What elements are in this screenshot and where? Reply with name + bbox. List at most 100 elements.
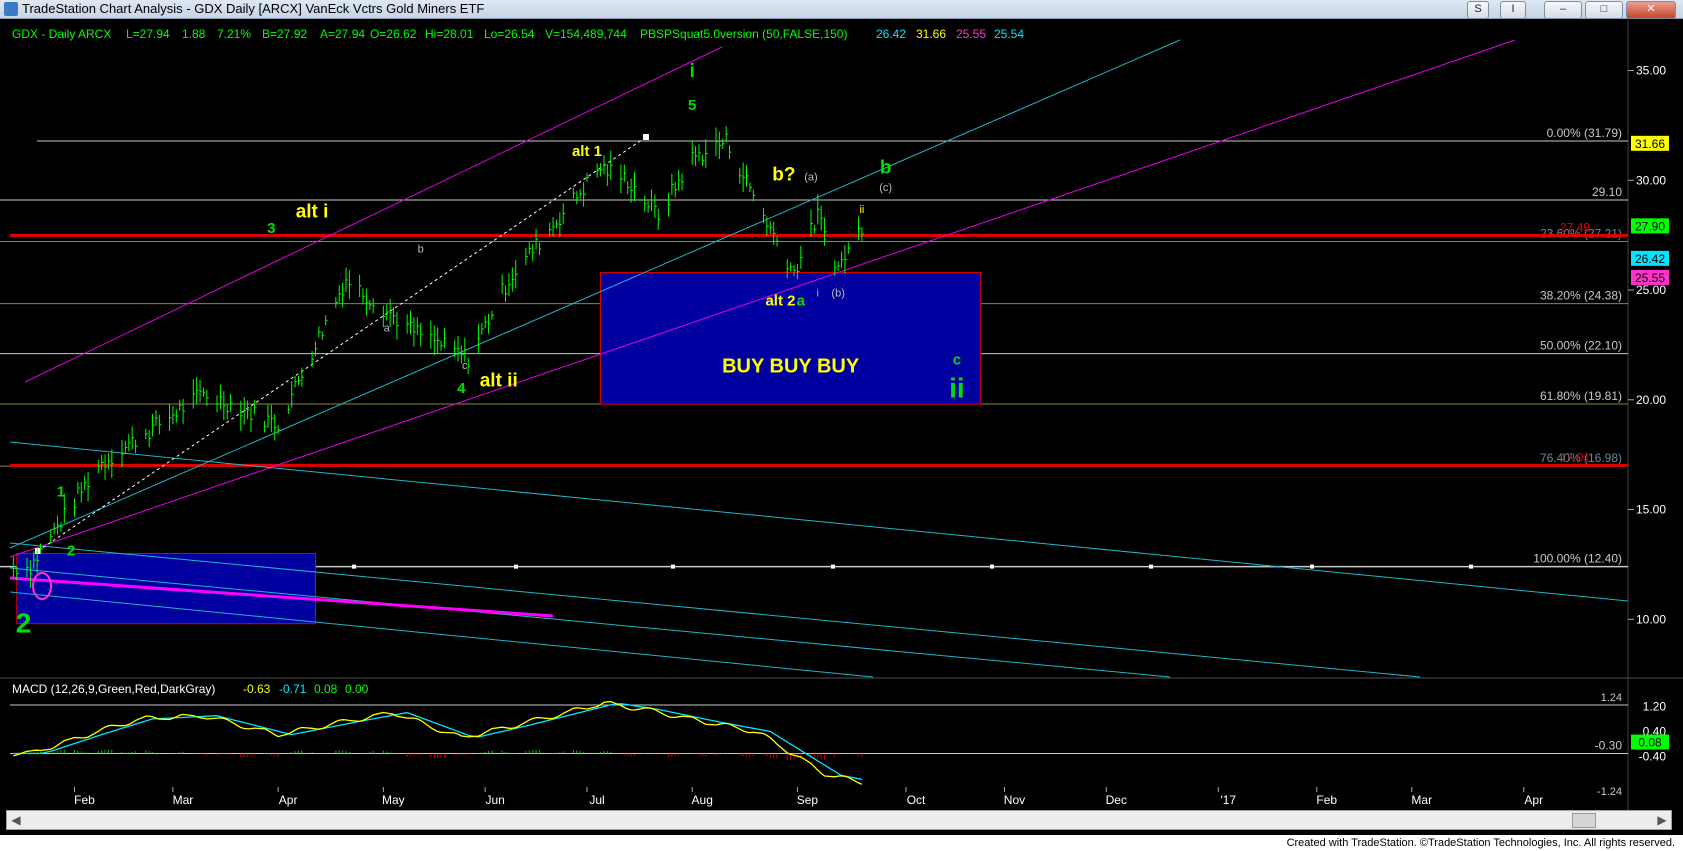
date-axis-label: Nov [1004, 793, 1025, 807]
price-badge-label: 26.42 [1635, 252, 1665, 266]
macd-signal-line [13, 703, 863, 780]
fib-level-label: 0.00% (31.79) [1547, 126, 1622, 140]
scroll-left-icon[interactable]: ◀ [7, 811, 25, 829]
dashed-projection-line [37, 136, 647, 552]
fib-level-label: 50.00% (22.10) [1540, 339, 1622, 353]
macd-layer: -0.400.401.201.24-1.24-0.30 0.08 [10, 692, 1669, 798]
wave-label: a [384, 323, 391, 335]
study-value-2: 31.66 [916, 27, 946, 41]
bid-price: B=27.92 [262, 27, 307, 41]
cyan-trend-channel [9, 39, 1181, 549]
fib-dot-marker [1149, 564, 1153, 569]
macd-label: MACD (12,26,9,Green,Red,DarkGray) [12, 682, 215, 696]
chart-window: TradeStation Chart Analysis - GDX Daily … [0, 0, 1683, 835]
wave-label: 2 [16, 607, 32, 638]
wave-label: 4 [457, 380, 466, 397]
date-axis-label: Feb [74, 793, 95, 807]
price-badge-label: 31.66 [1635, 137, 1665, 151]
open-price: O=26.62 [370, 27, 417, 41]
fib-level-label: 61.80% (19.81) [1540, 389, 1622, 403]
date-axis-label: May [382, 793, 405, 807]
minimize-button[interactable]: – [1544, 1, 1582, 19]
fib-level-label: 29.10 [1592, 185, 1622, 199]
wave-label: alt 1 [572, 143, 602, 160]
macd-value-3: 0.08 [314, 682, 338, 696]
date-axis: Feb Mar Apr May Jun Jul Aug Sep Oct Nov Dec '17 Feb M… [73, 787, 1543, 807]
scroll-thumb[interactable] [1572, 813, 1596, 828]
date-axis-label: Dec [1106, 793, 1127, 807]
wave-label: c [462, 360, 468, 372]
date-axis-label: Aug [692, 793, 713, 807]
volume: V=154,489,744 [545, 27, 627, 41]
macd-line [13, 701, 863, 785]
tradestation-app-icon [4, 2, 18, 16]
macd-reference-label: -1.24 [1597, 786, 1622, 798]
fib-dot-marker [831, 564, 835, 569]
macd-reference-label: 1.24 [1601, 692, 1622, 704]
price-change-pct: 7.21% [217, 27, 251, 41]
fib-dot-marker [514, 564, 518, 569]
wave-label: 2 [67, 543, 75, 560]
wave-label: ii [859, 204, 864, 216]
title-bar[interactable]: TradeStation Chart Analysis - GDX Daily … [0, 0, 1683, 19]
price-axis-label: 15.00 [1636, 503, 1666, 517]
credit-footer: Created with TradeStation. ©TradeStation… [1286, 837, 1675, 849]
macd-axis-label: 1.20 [1643, 699, 1667, 713]
price-chart[interactable]: GDX - Daily ARCX L=27.94 1.88 7.21% B=27… [0, 18, 1683, 810]
wave-label: (b) [831, 288, 844, 300]
wave-label: i [690, 61, 695, 82]
study-value-1: 26.42 [876, 27, 906, 41]
date-axis-label: Apr [1524, 793, 1543, 807]
date-axis-label: Oct [907, 793, 926, 807]
symbol-link-button[interactable]: S [1467, 1, 1489, 19]
ask-price: A=27.94 [320, 27, 365, 41]
fib-dot-marker [1310, 564, 1314, 569]
date-axis-label: Jul [589, 793, 604, 807]
fib-level-label: 100.00% (12.40) [1533, 552, 1622, 566]
price-badge-label: 25.55 [1635, 271, 1665, 285]
close-button[interactable]: ✕ [1626, 1, 1676, 19]
wave-label: alt ii [480, 371, 518, 392]
wave-label: alt 2 [765, 292, 795, 309]
price-badge-label: 27.90 [1635, 219, 1665, 233]
resistance-label: 17.01 [1560, 450, 1590, 464]
scroll-right-icon[interactable]: ▶ [1653, 811, 1671, 829]
study-value-4: 25.54 [994, 27, 1024, 41]
price-axis-label: 10.00 [1636, 612, 1666, 626]
low-price: Lo=26.54 [484, 27, 535, 41]
price-axis-label: 20.00 [1636, 393, 1666, 407]
study-label: PBSPSquat5.0version (50,FALSE,150) [640, 27, 847, 41]
wave-label: 5 [688, 97, 696, 114]
resistance-label: 27.49 [1560, 220, 1590, 234]
date-axis-label: Sep [797, 793, 819, 807]
macd-axis-label: -0.40 [1639, 750, 1667, 764]
date-axis-label: Mar [1411, 793, 1432, 807]
fib-level-label: 38.20% (24.38) [1540, 289, 1622, 303]
price-axis: 10.00 15.00 20.00 25.00 30.00 35.00 31.66 27.90… [1628, 63, 1669, 626]
maximize-button[interactable]: □ [1585, 1, 1623, 19]
wave-label: c [953, 352, 961, 369]
wave-label: 1 [57, 483, 65, 500]
fib-dot-marker [671, 564, 675, 569]
macd-value-1: -0.63 [243, 682, 271, 696]
wave-label: b [880, 158, 892, 179]
date-axis-label: Feb [1316, 793, 1337, 807]
macd-value-2: -0.71 [279, 682, 307, 696]
macd-value-4: 0.00 [345, 682, 369, 696]
wave-label: (c) [879, 182, 892, 194]
projection-end-marker [643, 134, 649, 140]
insert-menu-button[interactable]: I [1500, 1, 1526, 19]
fib-dot-marker [990, 564, 994, 569]
wave-label: alt i [296, 202, 329, 223]
buy-zone-label: BUY BUY BUY [722, 355, 860, 377]
cyan-descending-line-4 [9, 591, 874, 678]
horizontal-scrollbar[interactable]: ◀ ▶ [6, 810, 1672, 830]
macd-badge-label: 0.08 [1638, 736, 1662, 750]
date-axis-label: '17 [1220, 793, 1236, 807]
wave-label: b [418, 244, 424, 256]
window-title: TradeStation Chart Analysis - GDX Daily … [22, 1, 485, 16]
date-axis-label: Mar [173, 793, 194, 807]
price-axis-label: 25.00 [1636, 283, 1666, 297]
high-price: Hi=28.01 [425, 27, 474, 41]
study-value-3: 25.55 [956, 27, 986, 41]
